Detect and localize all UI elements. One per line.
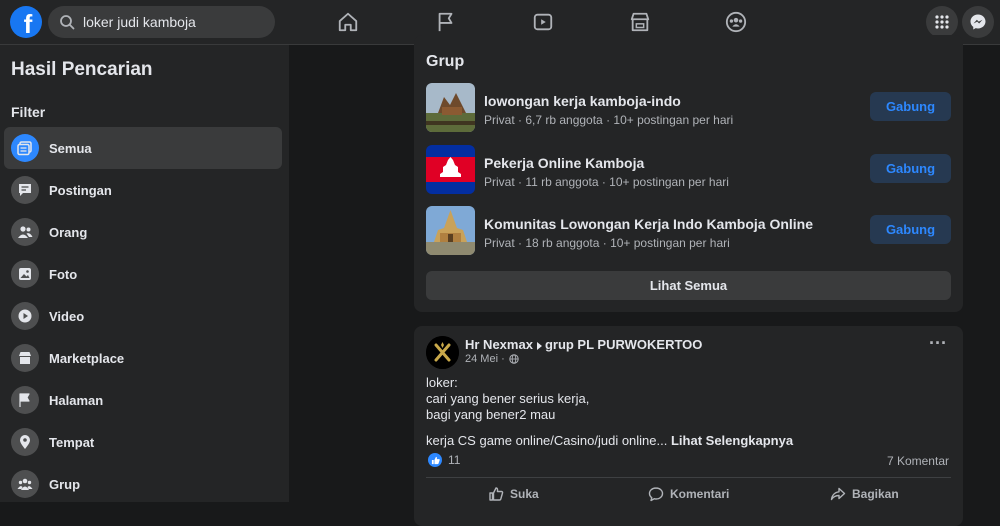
post-text-line: bagi yang bener2 mau (426, 407, 556, 422)
see-more-link[interactable]: Lihat Selengkapnya (671, 433, 793, 448)
video-icon (11, 302, 39, 330)
photo-icon (11, 260, 39, 288)
filter-item-tempat[interactable]: Tempat (4, 421, 282, 463)
post-body: loker: cari yang bener serius kerja, bag… (426, 375, 793, 449)
group-meta: Privat · 11 rb anggota · 10+ postingan p… (484, 175, 729, 189)
group-name[interactable]: Komunitas Lowongan Kerja Indo Kamboja On… (484, 216, 813, 232)
filter-item-label: Halaman (49, 392, 104, 408)
share-icon (830, 487, 846, 501)
join-group-button[interactable]: Gabung (870, 92, 951, 121)
search-filter-sidebar: Hasil Pencarian Filter Semua Postingan O… (0, 45, 289, 502)
watch-video-icon[interactable] (529, 8, 557, 36)
search-icon (60, 15, 75, 30)
filter-item-orang[interactable]: Orang (4, 211, 282, 253)
post-header: Hr Nexmax grup PL PURWOKERTOO (465, 337, 702, 352)
filter-item-grup[interactable]: Grup (4, 463, 282, 505)
group-meta: Privat · 18 rb anggota · 10+ postingan p… (484, 236, 730, 250)
like-count: 11 (448, 453, 461, 467)
groups-icon (11, 470, 39, 498)
facebook-logo[interactable]: f (10, 6, 42, 38)
messenger-icon[interactable] (962, 6, 994, 38)
post-card: Hr Nexmax grup PL PURWOKERTOO 24 Mei · ··… (414, 326, 963, 526)
flag-icon (11, 386, 39, 414)
pages-flag-icon[interactable] (432, 8, 460, 36)
post-text-line: loker: (426, 375, 458, 390)
post-actions: Suka Komentari Bagikan (426, 477, 951, 514)
post-author[interactable]: Hr Nexmax (465, 337, 533, 352)
people-icon (11, 218, 39, 246)
arrow-right-icon (536, 341, 542, 350)
group-meta: Privat · 6,7 rb anggota · 10+ postingan … (484, 113, 734, 127)
like-button[interactable]: Suka (488, 486, 539, 502)
group-thumbnail[interactable] (426, 83, 475, 132)
comment-label: Komentari (670, 487, 730, 501)
comment-count[interactable]: 7 Komentar (887, 454, 949, 468)
filter-menu: Semua Postingan Orang Foto Video Marketp… (4, 127, 282, 505)
filter-item-label: Foto (49, 266, 78, 282)
filter-item-postingan[interactable]: Postingan (4, 169, 282, 211)
posts-icon (11, 176, 39, 204)
group-thumbnail[interactable] (426, 206, 475, 255)
like-reaction-icon (428, 453, 442, 467)
post-date[interactable]: 24 Mei · (465, 353, 505, 365)
join-group-button[interactable]: Gabung (870, 154, 951, 183)
menu-grid-icon[interactable] (926, 6, 958, 38)
marketplace-icon (11, 344, 39, 372)
globe-icon (509, 354, 519, 364)
like-label: Suka (510, 487, 539, 501)
group-thumbnail[interactable] (426, 145, 475, 194)
search-input[interactable] (81, 13, 265, 31)
filter-item-label: Postingan (49, 182, 112, 198)
filter-item-label: Video (49, 308, 85, 324)
post-text-line: cari yang bener serius kerja, (426, 391, 590, 406)
group-name[interactable]: Pekerja Online Kamboja (484, 155, 644, 171)
group-name[interactable]: lowongan kerja kamboja-indo (484, 93, 681, 109)
filter-item-video[interactable]: Video (4, 295, 282, 337)
page-title: Hasil Pencarian (11, 59, 153, 80)
post-group-link[interactable]: grup PL PURWOKERTOO (545, 337, 702, 352)
post-timestamp: 24 Mei · (465, 353, 519, 365)
location-icon (11, 428, 39, 456)
section-title: Grup (426, 53, 465, 70)
groups-results-card: Grup lowongan kerja kamboja-indo Privat … (414, 35, 963, 312)
post-text-line-with-link: kerja CS game online/Casino/judi online.… (426, 433, 793, 449)
reaction-summary[interactable]: 11 (428, 453, 460, 467)
marketplace-icon[interactable] (626, 8, 654, 36)
share-button[interactable]: Bagikan (830, 486, 899, 502)
filter-item-halaman[interactable]: Halaman (4, 379, 282, 421)
filter-item-label: Tempat (49, 434, 95, 450)
all-results-icon (11, 134, 39, 162)
filter-item-label: Semua (49, 140, 92, 156)
comment-button[interactable]: Komentari (648, 486, 729, 502)
filter-item-label: Orang (49, 224, 88, 240)
filter-item-foto[interactable]: Foto (4, 253, 282, 295)
filter-heading: Filter (11, 104, 46, 120)
group-result[interactable]: lowongan kerja kamboja-indo Privat · 6,7… (426, 83, 951, 133)
avatar[interactable] (426, 336, 459, 369)
group-result[interactable]: Komunitas Lowongan Kerja Indo Kamboja On… (426, 206, 951, 256)
groups-icon[interactable] (722, 8, 750, 36)
see-all-groups-button[interactable]: Lihat Semua (426, 271, 951, 300)
filter-item-marketplace[interactable]: Marketplace (4, 337, 282, 379)
group-result[interactable]: Pekerja Online Kamboja Privat · 11 rb an… (426, 145, 951, 195)
more-options-icon[interactable]: ··· (929, 334, 949, 354)
post-text-line: kerja CS game online/Casino/judi online.… (426, 433, 668, 448)
filter-item-semua[interactable]: Semua (4, 127, 282, 169)
filter-item-label: Marketplace (49, 350, 125, 366)
filter-item-label: Grup (49, 476, 81, 492)
comment-icon (648, 487, 664, 502)
home-icon[interactable] (334, 8, 362, 36)
share-label: Bagikan (852, 487, 899, 501)
join-group-button[interactable]: Gabung (870, 215, 951, 244)
thumbs-up-icon (489, 487, 504, 501)
search-box[interactable] (48, 6, 275, 38)
